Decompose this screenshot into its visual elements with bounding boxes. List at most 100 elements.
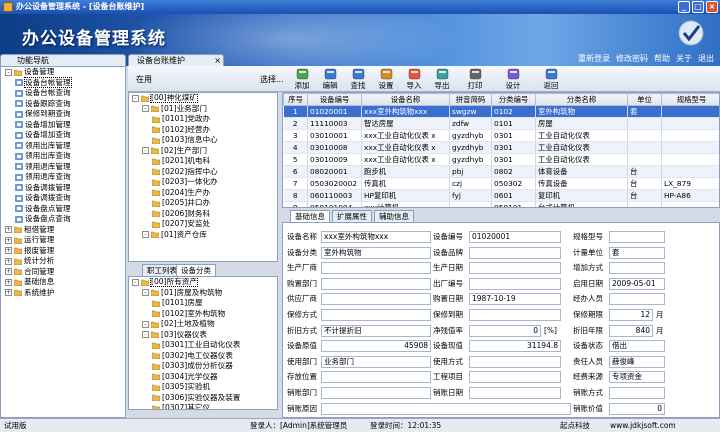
table-row[interactable]: 7 0503020002 传真机 czj 050302 传真设备台 LX_879 (283, 177, 719, 190)
column-header[interactable]: 规格型号 (661, 93, 719, 106)
nav-item[interactable]: 设备增加查询 (1, 130, 125, 141)
department-node[interactable]: [0203]一体化办 (129, 177, 277, 188)
expander-icon[interactable]: - (142, 331, 149, 338)
expander-icon[interactable]: - (142, 147, 149, 154)
table-row[interactable]: 3 03010001 xxx工业自动化仪表 x gyzdhyb 0301 工业自动化仪表 (283, 129, 719, 142)
nav-item[interactable]: 保修到期查询 (1, 109, 125, 120)
expander-icon[interactable]: - (5, 68, 12, 76)
department-node[interactable]: - [01]业务部门 (129, 104, 277, 115)
field-value[interactable] (321, 262, 431, 275)
table-row[interactable]: 9 050101004 xxx计算机 050101 台式计算机 (283, 201, 719, 207)
import-button[interactable]: 导入 (400, 67, 428, 91)
nav-item[interactable]: 领用退库管理 (1, 162, 125, 173)
nav-item[interactable]: 设备盘点管理 (1, 204, 125, 215)
column-header[interactable]: 序号 (283, 93, 308, 106)
column-header[interactable]: 设备编号 (307, 93, 362, 106)
field-value[interactable] (321, 293, 431, 306)
department-node[interactable]: [0103]信息中心 (129, 135, 277, 146)
field-value[interactable] (609, 387, 665, 399)
department-node[interactable]: [0101]党政办 (129, 114, 277, 125)
browse-button[interactable]: 选择... (260, 74, 284, 85)
tab-extended-attributes[interactable]: 扩展属性 (332, 210, 372, 222)
add-button[interactable]: 添加 (288, 67, 316, 91)
table-row[interactable]: 2 11110003 智达房屋 zdfw 0101 房屋 (283, 117, 719, 130)
department-node[interactable]: [0204]生产办 (129, 188, 277, 199)
nav-item[interactable]: - 设备管理 (1, 67, 125, 78)
nav-item[interactable]: + 合同管理 (1, 267, 125, 278)
nav-item[interactable]: + 系统维护 (1, 288, 125, 299)
header-link-2[interactable]: 帮助 (654, 53, 670, 64)
expander-icon[interactable]: - (142, 289, 149, 296)
header-link-1[interactable]: 修改密码 (616, 53, 648, 64)
print-button[interactable]: 打印 (456, 67, 494, 91)
settings-button[interactable]: 设置 (372, 67, 400, 91)
department-node[interactable]: [0102]经营办 (129, 125, 277, 136)
category-node[interactable]: [0304]光学仪器 (129, 372, 277, 383)
field-value[interactable] (469, 246, 561, 259)
table-row[interactable]: 1 01020001 xxx室外构筑物xxx swgzw 0102 室外构筑物套 (283, 105, 719, 118)
maximize-button[interactable]: □ (692, 1, 704, 13)
field-value[interactable]: 专项资金 (609, 371, 665, 384)
expander-icon[interactable]: - (132, 94, 139, 102)
field-value[interactable] (321, 387, 431, 399)
field-value[interactable] (469, 371, 561, 384)
field-value[interactable] (321, 402, 571, 415)
department-node[interactable]: [0207]安监处 (129, 219, 277, 230)
header-link-3[interactable]: 关于 (676, 53, 692, 64)
field-value[interactable] (469, 355, 561, 368)
category-node[interactable]: [0302]电工仪器仪表 (129, 351, 277, 362)
tab-basic-info[interactable]: 基础信息 (290, 210, 330, 222)
department-node[interactable]: [0205]井口办 (129, 198, 277, 209)
expander-icon[interactable]: + (5, 278, 12, 286)
nav-item[interactable]: + 运行管理 (1, 235, 125, 246)
column-header[interactable]: 设备名称 (361, 93, 450, 106)
nav-item[interactable]: + 统计分析 (1, 256, 125, 267)
department-node[interactable]: [0201]机电科 (129, 156, 277, 167)
field-value[interactable] (469, 277, 561, 290)
column-header[interactable]: 分类名称 (535, 93, 628, 106)
table-row[interactable]: 6 08020001 跑步机 pbj 0802 体育设备台 (283, 165, 719, 178)
field-value[interactable]: 31194.8 (469, 340, 561, 353)
category-node[interactable]: - [01]房屋及构筑物 (129, 288, 277, 299)
tab-equipment-category[interactable]: 设备分类 (176, 264, 216, 276)
category-node[interactable]: - [03]仪器仪表 (129, 330, 277, 341)
design-button[interactable]: 设计 (494, 67, 532, 91)
nav-item[interactable]: 设备跟踪查询 (1, 99, 125, 110)
field-value[interactable]: 2009-05-01 (609, 277, 665, 290)
nav-item[interactable]: + 基础信息 (1, 277, 125, 288)
nav-item[interactable]: 领用出库查询 (1, 151, 125, 162)
nav-item[interactable]: 设备调拨查询 (1, 193, 125, 204)
expander-icon[interactable]: - (142, 105, 149, 112)
field-value[interactable]: 1987-10-19 (469, 293, 561, 306)
category-node[interactable]: [0101]房屋 (129, 298, 277, 309)
expander-icon[interactable]: - (142, 320, 149, 328)
header-link-4[interactable]: 退出 (698, 53, 714, 64)
category-node[interactable]: [0305]实验机 (129, 382, 277, 393)
field-value[interactable]: 薛俊峰 (609, 355, 665, 368)
department-node[interactable]: - [02]生产部门 (129, 146, 277, 157)
expander-icon[interactable]: + (5, 226, 12, 233)
field-value[interactable]: 0 (609, 402, 665, 415)
field-value[interactable] (469, 309, 561, 321)
category-node[interactable]: [0102]室外构筑物 (129, 309, 277, 320)
nav-item[interactable]: + 租借管理 (1, 225, 125, 236)
table-row[interactable]: 8 060110003 HP复印机 fyj 0601 复印机台 HP-A86 (283, 189, 719, 202)
field-value[interactable] (321, 277, 431, 290)
field-value[interactable] (469, 262, 561, 275)
field-value[interactable] (321, 309, 431, 321)
column-header[interactable]: 分类编号 (491, 93, 536, 106)
field-value[interactable] (609, 231, 665, 243)
field-value[interactable]: 01020001 (469, 231, 561, 243)
field-value[interactable]: 45908 (321, 340, 431, 353)
field-value[interactable]: 0 (469, 324, 541, 337)
field-value[interactable]: 业务部门 (321, 355, 431, 368)
nav-item[interactable]: 领用出库管理 (1, 141, 125, 152)
column-header[interactable]: 单位 (627, 93, 662, 106)
department-node[interactable]: - [00]神化煤矿 (129, 93, 277, 104)
field-value[interactable]: 12 (609, 309, 653, 321)
field-value[interactable] (321, 371, 431, 384)
field-value[interactable]: 套 (609, 246, 665, 259)
nav-item[interactable]: 领用退库查询 (1, 172, 125, 183)
expander-icon[interactable]: + (5, 289, 12, 296)
expander-icon[interactable]: - (142, 231, 149, 238)
